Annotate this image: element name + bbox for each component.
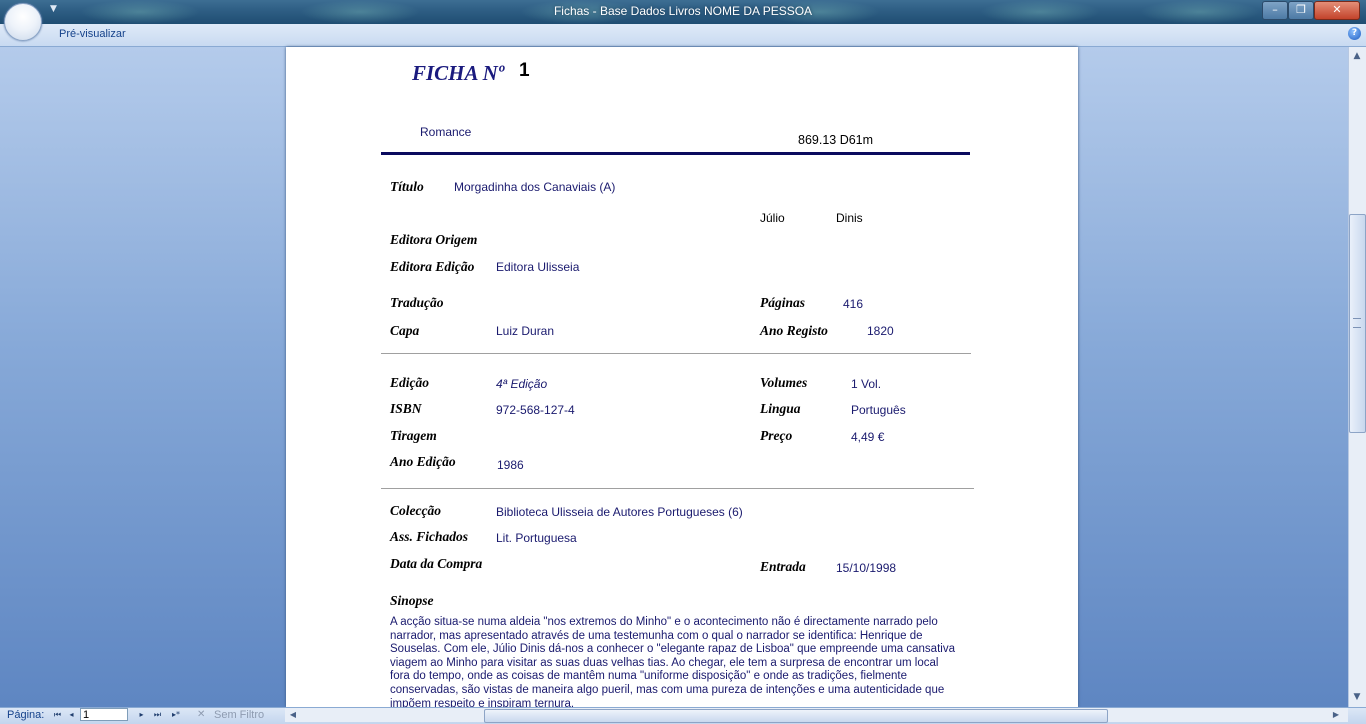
ass-fichados-label: Ass. Fichados: [390, 529, 469, 544]
titulo-label: Título: [390, 179, 424, 194]
office-button[interactable]: [4, 3, 42, 41]
traducao-label: Tradução: [390, 295, 444, 310]
lingua-label: Lingua: [760, 401, 801, 416]
data-compra-label: Data da Compra: [390, 556, 483, 571]
titulo-value: Morgadinha dos Canaviais (A): [454, 180, 616, 194]
lingua-value: Português: [851, 403, 906, 417]
scroll-grip-icon: [1353, 318, 1361, 328]
preco-value: 4,49 €: [851, 430, 885, 444]
tab-print-preview[interactable]: Pré-visualizar: [59, 28, 126, 40]
report-page: FICHA Nº 1 Romance 869.13 D61m Título Mo…: [286, 47, 1078, 707]
ano-registo-value: 1820: [867, 324, 894, 338]
author-first-name: Júlio: [760, 211, 785, 225]
entrada-label: Entrada: [760, 559, 806, 574]
editora-edicao-label: Editora Edição: [390, 259, 475, 274]
edicao-label: Edição: [390, 375, 429, 390]
editora-origem-label: Editora Origem: [390, 232, 478, 247]
volumes-label: Volumes: [760, 375, 808, 390]
first-page-button[interactable]: ⏮: [52, 709, 63, 721]
scroll-up-arrow-icon[interactable]: ▲: [1349, 48, 1365, 64]
sinopse-text: A acção situa-se numa aldeia "nos extrem…: [390, 616, 955, 707]
tiragem-label: Tiragem: [390, 428, 437, 443]
scroll-down-arrow-icon[interactable]: ▼: [1349, 689, 1365, 705]
preco-label: Preço: [760, 428, 793, 443]
close-button[interactable]: ✕: [1314, 1, 1360, 20]
coleccao-value: Biblioteca Ulisseia de Autores Portugues…: [496, 505, 743, 519]
ano-edicao-label: Ano Edição: [390, 454, 456, 469]
filter-icon: ✕: [197, 709, 206, 720]
entrada-value: 15/10/1998: [836, 561, 897, 575]
window-title: Fichas - Base Dados Livros NOME DA PESSO…: [553, 4, 813, 18]
ass-fichados-value: Lit. Portuguesa: [496, 531, 577, 545]
isbn-label: ISBN: [390, 401, 422, 416]
page-number-input[interactable]: 1: [80, 708, 128, 721]
sinopse-label: Sinopse: [390, 593, 434, 608]
help-icon[interactable]: ?: [1348, 27, 1361, 40]
section-divider: [381, 488, 974, 489]
paginas-label: Páginas: [760, 295, 806, 310]
capa-value: Luiz Duran: [496, 324, 555, 338]
scroll-left-arrow-icon[interactable]: ◀: [287, 709, 299, 721]
minimize-button[interactable]: –: [1262, 1, 1288, 20]
ano-registo-label: Ano Registo: [760, 323, 828, 338]
header-divider: [381, 152, 970, 155]
maximize-button[interactable]: ❐: [1288, 1, 1314, 20]
ficha-number: 1: [519, 60, 530, 81]
new-record-button[interactable]: ▸*: [168, 709, 184, 721]
page-label: Página:: [7, 709, 45, 721]
ano-edicao-value: 1986: [497, 458, 524, 472]
last-page-button[interactable]: ⏭: [152, 709, 163, 721]
previous-page-button[interactable]: ◂: [66, 709, 77, 721]
next-page-button[interactable]: ▸: [136, 709, 147, 721]
filter-status[interactable]: Sem Filtro: [214, 709, 264, 721]
editora-edicao-value: Editora Ulisseia: [496, 260, 580, 274]
capa-label: Capa: [390, 323, 420, 338]
ficha-title: FICHA Nº: [412, 61, 505, 85]
genre-value: Romance: [420, 125, 472, 139]
coleccao-label: Colecção: [390, 503, 441, 518]
cota-value: 869.13 D61m: [798, 133, 874, 147]
edicao-value: 4ª Edição: [496, 377, 548, 391]
section-divider: [381, 353, 971, 354]
volumes-value: 1 Vol.: [851, 377, 882, 391]
ribbon-tab-bar: [0, 24, 1366, 47]
horizontal-scroll-thumb[interactable]: [484, 709, 1108, 723]
scroll-right-arrow-icon[interactable]: ▶: [1330, 709, 1342, 721]
paginas-value: 416: [843, 297, 864, 311]
author-last-name: Dinis: [836, 211, 863, 225]
isbn-value: 972-568-127-4: [496, 403, 575, 417]
